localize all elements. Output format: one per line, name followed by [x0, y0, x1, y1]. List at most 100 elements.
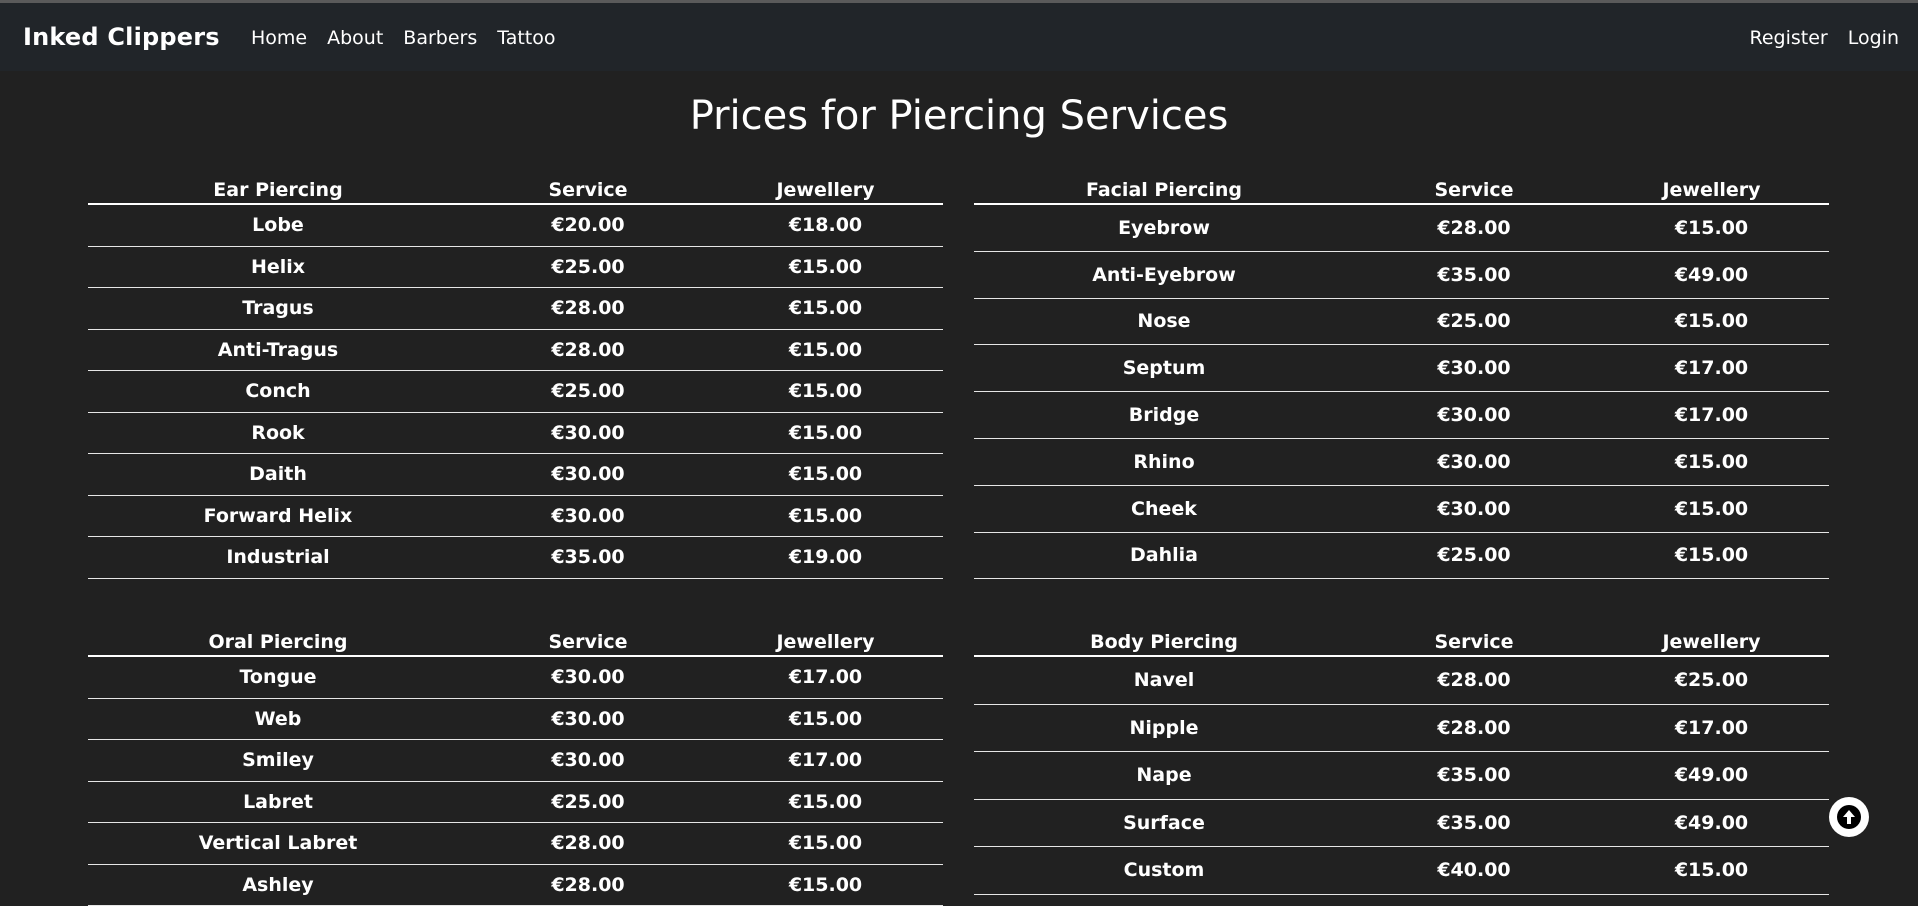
table-row: Forward Helix €30.00 €15.00 [88, 495, 943, 537]
table-row: Vertical Labret €28.00 €15.00 [88, 822, 943, 865]
table-row: Septum €30.00 €17.00 [974, 344, 1829, 393]
table-row: Smiley €30.00 €17.00 [88, 739, 943, 782]
service-price: €28.00 [468, 864, 708, 906]
jewellery-price: €15.00 [1594, 438, 1829, 486]
jewellery-price: €15.00 [1594, 485, 1829, 533]
column-header: Jewellery [708, 620, 943, 657]
scroll-to-top-button[interactable] [1829, 797, 1869, 837]
service-price: €30.00 [468, 453, 708, 496]
table-row: Navel €28.00 €25.00 [974, 656, 1829, 705]
jewellery-price: €15.00 [708, 781, 943, 823]
jewellery-price: €49.00 [1594, 251, 1829, 299]
facial-piercing-table: Facial Piercing Service Jewellery Eyebrow €2… [974, 168, 1829, 580]
piercing-name: Custom [974, 846, 1354, 895]
table-row: Web €30.00 €15.00 [88, 698, 943, 740]
piercing-name: Dahlia [974, 532, 1354, 580]
table-row: Daith €30.00 €15.00 [88, 453, 943, 496]
jewellery-price: €17.00 [708, 739, 943, 782]
jewellery-price: €15.00 [1594, 846, 1829, 895]
table-row: Surface €35.00 €49.00 [974, 799, 1829, 847]
table-row: Dahlia €25.00 €15.00 [974, 532, 1829, 580]
column-header: Service [468, 620, 708, 657]
jewellery-price: €15.00 [708, 864, 943, 906]
column-header: Jewellery [1594, 168, 1829, 205]
jewellery-price: €15.00 [708, 370, 943, 413]
table-header-row: Ear Piercing Service Jewellery [88, 168, 943, 205]
jewellery-price: €17.00 [708, 656, 943, 699]
service-price: €28.00 [1354, 204, 1594, 252]
table-row: Helix €25.00 €15.00 [88, 246, 943, 288]
service-price: €28.00 [468, 287, 708, 330]
table-row: Rhino €30.00 €15.00 [974, 438, 1829, 486]
table-row: Lobe €20.00 €18.00 [88, 204, 943, 247]
table-row: Nose €25.00 €15.00 [974, 298, 1829, 346]
service-price: €25.00 [468, 781, 708, 823]
service-price: €30.00 [468, 739, 708, 782]
table-row: Anti-Tragus €28.00 €15.00 [88, 329, 943, 371]
column-header: Service [1354, 168, 1594, 205]
nav-link-tattoo[interactable]: Tattoo [497, 27, 555, 49]
column-header: Service [1354, 620, 1594, 657]
table-header-row: Body Piercing Service Jewellery [974, 620, 1829, 657]
column-header: Facial Piercing [974, 168, 1354, 205]
jewellery-price: €15.00 [708, 329, 943, 371]
nav-link-barbers[interactable]: Barbers [403, 27, 477, 49]
table-row: Tragus €28.00 €15.00 [88, 287, 943, 330]
table-row: Ashley €28.00 €15.00 [88, 864, 943, 906]
jewellery-price: €17.00 [1594, 704, 1829, 752]
jewellery-price: €25.00 [1594, 656, 1829, 705]
table-row: Bridge €30.00 €17.00 [974, 391, 1829, 439]
table-row: Custom €40.00 €15.00 [974, 846, 1829, 895]
oral-piercing-table: Oral Piercing Service Jewellery Tongue €30.0… [88, 620, 943, 906]
jewellery-price: €15.00 [1594, 298, 1829, 346]
nav-link-login[interactable]: Login [1848, 27, 1899, 49]
service-price: €30.00 [468, 495, 708, 537]
table-row: Nape €35.00 €49.00 [974, 751, 1829, 800]
arrow-up-circle-icon [1837, 805, 1861, 829]
table-row: Nipple €28.00 €17.00 [974, 704, 1829, 752]
piercing-name: Ashley [88, 864, 468, 906]
table-header-row: Facial Piercing Service Jewellery [974, 168, 1829, 205]
service-price: €35.00 [1354, 751, 1594, 800]
brand-logo[interactable]: Inked Clippers [23, 23, 220, 51]
jewellery-price: €15.00 [708, 822, 943, 865]
service-price: €28.00 [1354, 704, 1594, 752]
table-row: Labret €25.00 €15.00 [88, 781, 943, 823]
service-price: €35.00 [468, 536, 708, 579]
column-header: Jewellery [1594, 620, 1829, 657]
auth-links: Register Login [1730, 27, 1900, 49]
jewellery-price: €19.00 [708, 536, 943, 579]
nav-links: Home About Barbers Tattoo [251, 27, 576, 49]
piercing-name: Anti-Tragus [88, 329, 468, 371]
piercing-name: Surface [974, 799, 1354, 847]
jewellery-price: €15.00 [1594, 532, 1829, 580]
column-header: Oral Piercing [88, 620, 468, 657]
piercing-name: Nipple [974, 704, 1354, 752]
ear-piercing-table: Ear Piercing Service Jewellery Lobe €20.00 €1… [88, 168, 943, 579]
service-price: €30.00 [1354, 438, 1594, 486]
piercing-name: Eyebrow [974, 204, 1354, 252]
nav-link-register[interactable]: Register [1750, 27, 1828, 49]
nav-link-home[interactable]: Home [251, 27, 307, 49]
table-row: Conch €25.00 €15.00 [88, 370, 943, 413]
jewellery-price: €15.00 [708, 495, 943, 537]
piercing-name: Web [88, 698, 468, 740]
table-row: Tongue €30.00 €17.00 [88, 656, 943, 699]
jewellery-price: €15.00 [708, 412, 943, 454]
page-title: Prices for Piercing Services [689, 93, 1229, 139]
piercing-name: Forward Helix [88, 495, 468, 537]
service-price: €28.00 [468, 822, 708, 865]
table-row: Anti-Eyebrow €35.00 €49.00 [974, 251, 1829, 299]
nav-link-about[interactable]: About [327, 27, 383, 49]
service-price: €30.00 [468, 698, 708, 740]
column-header: Body Piercing [974, 620, 1354, 657]
piercing-name: Labret [88, 781, 468, 823]
table-header-row: Oral Piercing Service Jewellery [88, 620, 943, 657]
piercing-name: Conch [88, 370, 468, 413]
piercing-name: Nose [974, 298, 1354, 346]
jewellery-price: €15.00 [1594, 204, 1829, 252]
jewellery-price: €15.00 [708, 246, 943, 288]
piercing-name: Navel [974, 656, 1354, 705]
service-price: €30.00 [1354, 485, 1594, 533]
column-header: Service [468, 168, 708, 205]
